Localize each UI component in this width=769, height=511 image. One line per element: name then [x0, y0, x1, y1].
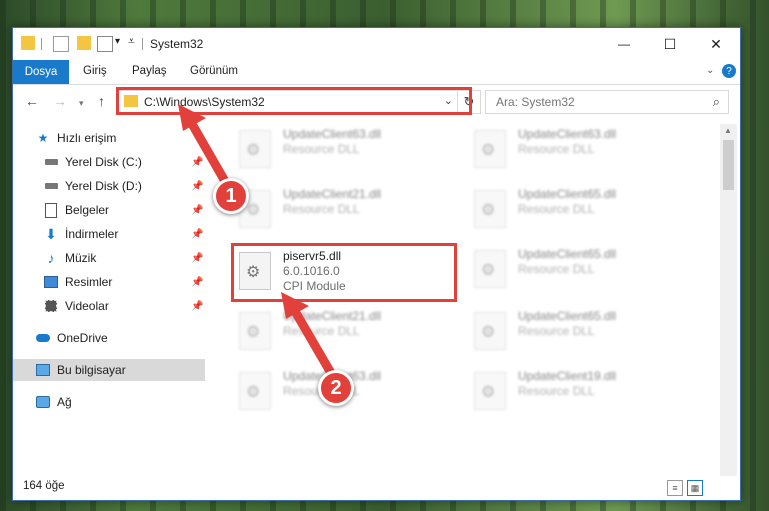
- arrow-2: [287, 301, 340, 385]
- annotation-arrows: [178, 104, 340, 385]
- step-2-badge: 2: [318, 370, 354, 406]
- step-1-badge: 1: [213, 178, 249, 214]
